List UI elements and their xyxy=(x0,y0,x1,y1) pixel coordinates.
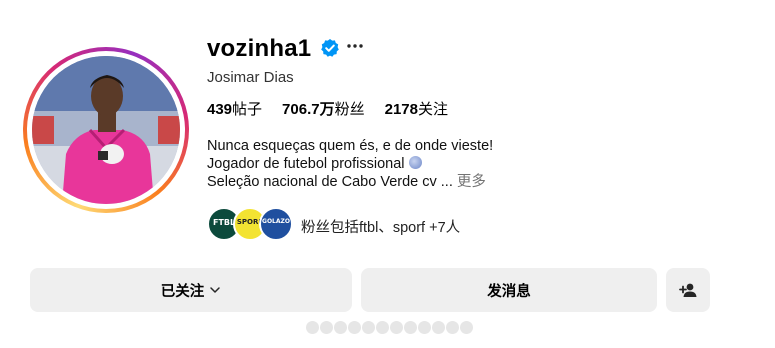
loading-indicator xyxy=(306,321,474,334)
more-options-icon[interactable] xyxy=(346,36,364,56)
followed-by-text: 粉丝包括ftbl、sporf +7人 xyxy=(301,220,461,236)
username: vozinha1 xyxy=(207,35,312,62)
posts-label: 帖子 xyxy=(232,101,263,118)
verified-badge-icon xyxy=(321,39,339,57)
posts-count: 439 xyxy=(207,101,233,118)
message-button[interactable]: 发消息 xyxy=(361,268,657,312)
followers-count: 706.7万 xyxy=(282,101,335,118)
add-person-icon xyxy=(679,283,697,297)
followers-stat[interactable]: 706.7万粉丝 xyxy=(282,98,365,119)
bio-line: Seleção nacional de Cabo Verde cv ... 更多 xyxy=(207,174,486,190)
following-button-label: 已关注 xyxy=(160,283,205,300)
following-button[interactable]: 已关注 xyxy=(30,268,352,312)
bio-line: Nunca esqueças quem és, e de onde vieste… xyxy=(207,138,494,154)
full-name: Josimar Dias xyxy=(207,69,294,86)
profile-page: vozinha1 Josimar Dias 439帖子 706.7万粉丝 217… xyxy=(0,0,775,348)
following-count: 2178 xyxy=(384,101,418,118)
followers-label: 粉丝 xyxy=(334,101,365,118)
profile-avatar[interactable] xyxy=(32,56,180,204)
bio-more-link[interactable]: 更多 xyxy=(457,174,486,190)
follower-avatar: GOLAZO xyxy=(259,207,293,241)
bio-line: Jogador de futebol profissional xyxy=(207,155,493,173)
story-ring[interactable] xyxy=(23,47,189,213)
bio: Nunca esqueças quem és, e de onde vieste… xyxy=(207,137,493,191)
message-button-label: 发消息 xyxy=(487,283,531,300)
chevron-down-icon xyxy=(210,287,220,293)
suggested-users-button[interactable] xyxy=(666,268,710,312)
profile-stats: 439帖子 706.7万粉丝 2178关注 xyxy=(207,98,468,119)
following-label: 关注 xyxy=(417,101,448,118)
soccer-ball-icon xyxy=(408,156,422,169)
following-stat[interactable]: 2178关注 xyxy=(385,98,448,119)
avatar-photo xyxy=(32,56,180,204)
posts-stat[interactable]: 439帖子 xyxy=(207,98,262,119)
